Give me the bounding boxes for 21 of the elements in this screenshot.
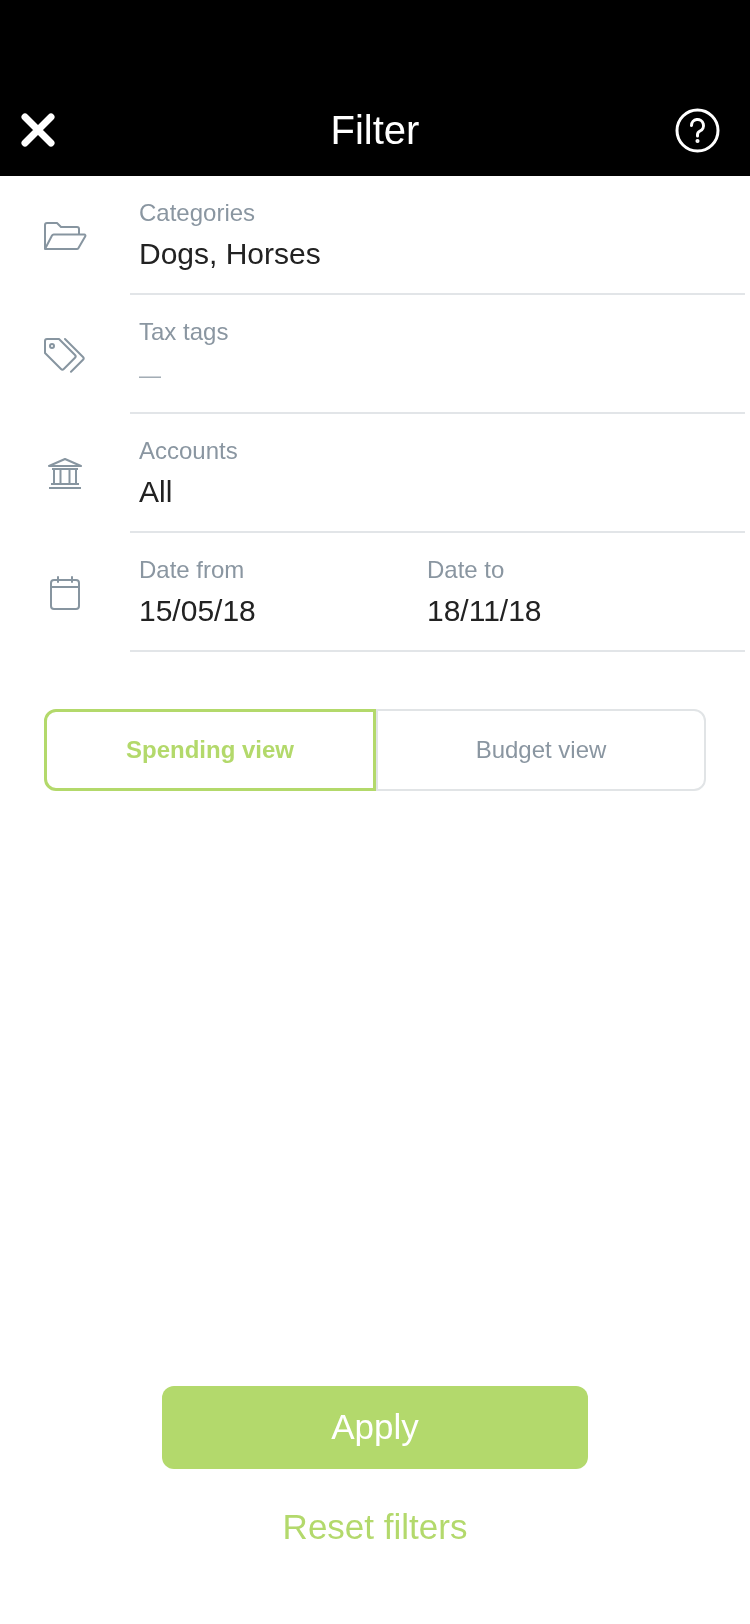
view-tab[interactable]: Spending view (44, 709, 376, 791)
apply-button[interactable]: Apply (162, 1386, 588, 1469)
calendar-icon (49, 574, 81, 611)
field-label: Accounts (139, 436, 238, 466)
field-value[interactable]: Dogs, Horses (139, 236, 321, 272)
field-label: Date to (427, 555, 505, 585)
view-tab[interactable]: Budget view (376, 709, 706, 791)
tags-icon (42, 336, 88, 373)
field-label: Categories (139, 198, 256, 228)
screen-title: Filter (330, 107, 420, 154)
bank-icon (47, 457, 83, 490)
field-label: Date from (139, 555, 245, 585)
field-value[interactable]: 15/05/18 (139, 593, 256, 629)
field-value[interactable]: 18/11/18 (427, 593, 542, 629)
folder-icon (43, 220, 87, 251)
field-value[interactable]: All (139, 474, 173, 510)
help-icon[interactable] (675, 107, 720, 153)
field-label: Tax tags (139, 317, 229, 347)
reset-filters-link[interactable]: Reset filters (282, 1507, 468, 1547)
placeholder-text[interactable]: — (139, 358, 161, 394)
close-icon[interactable] (21, 113, 55, 147)
